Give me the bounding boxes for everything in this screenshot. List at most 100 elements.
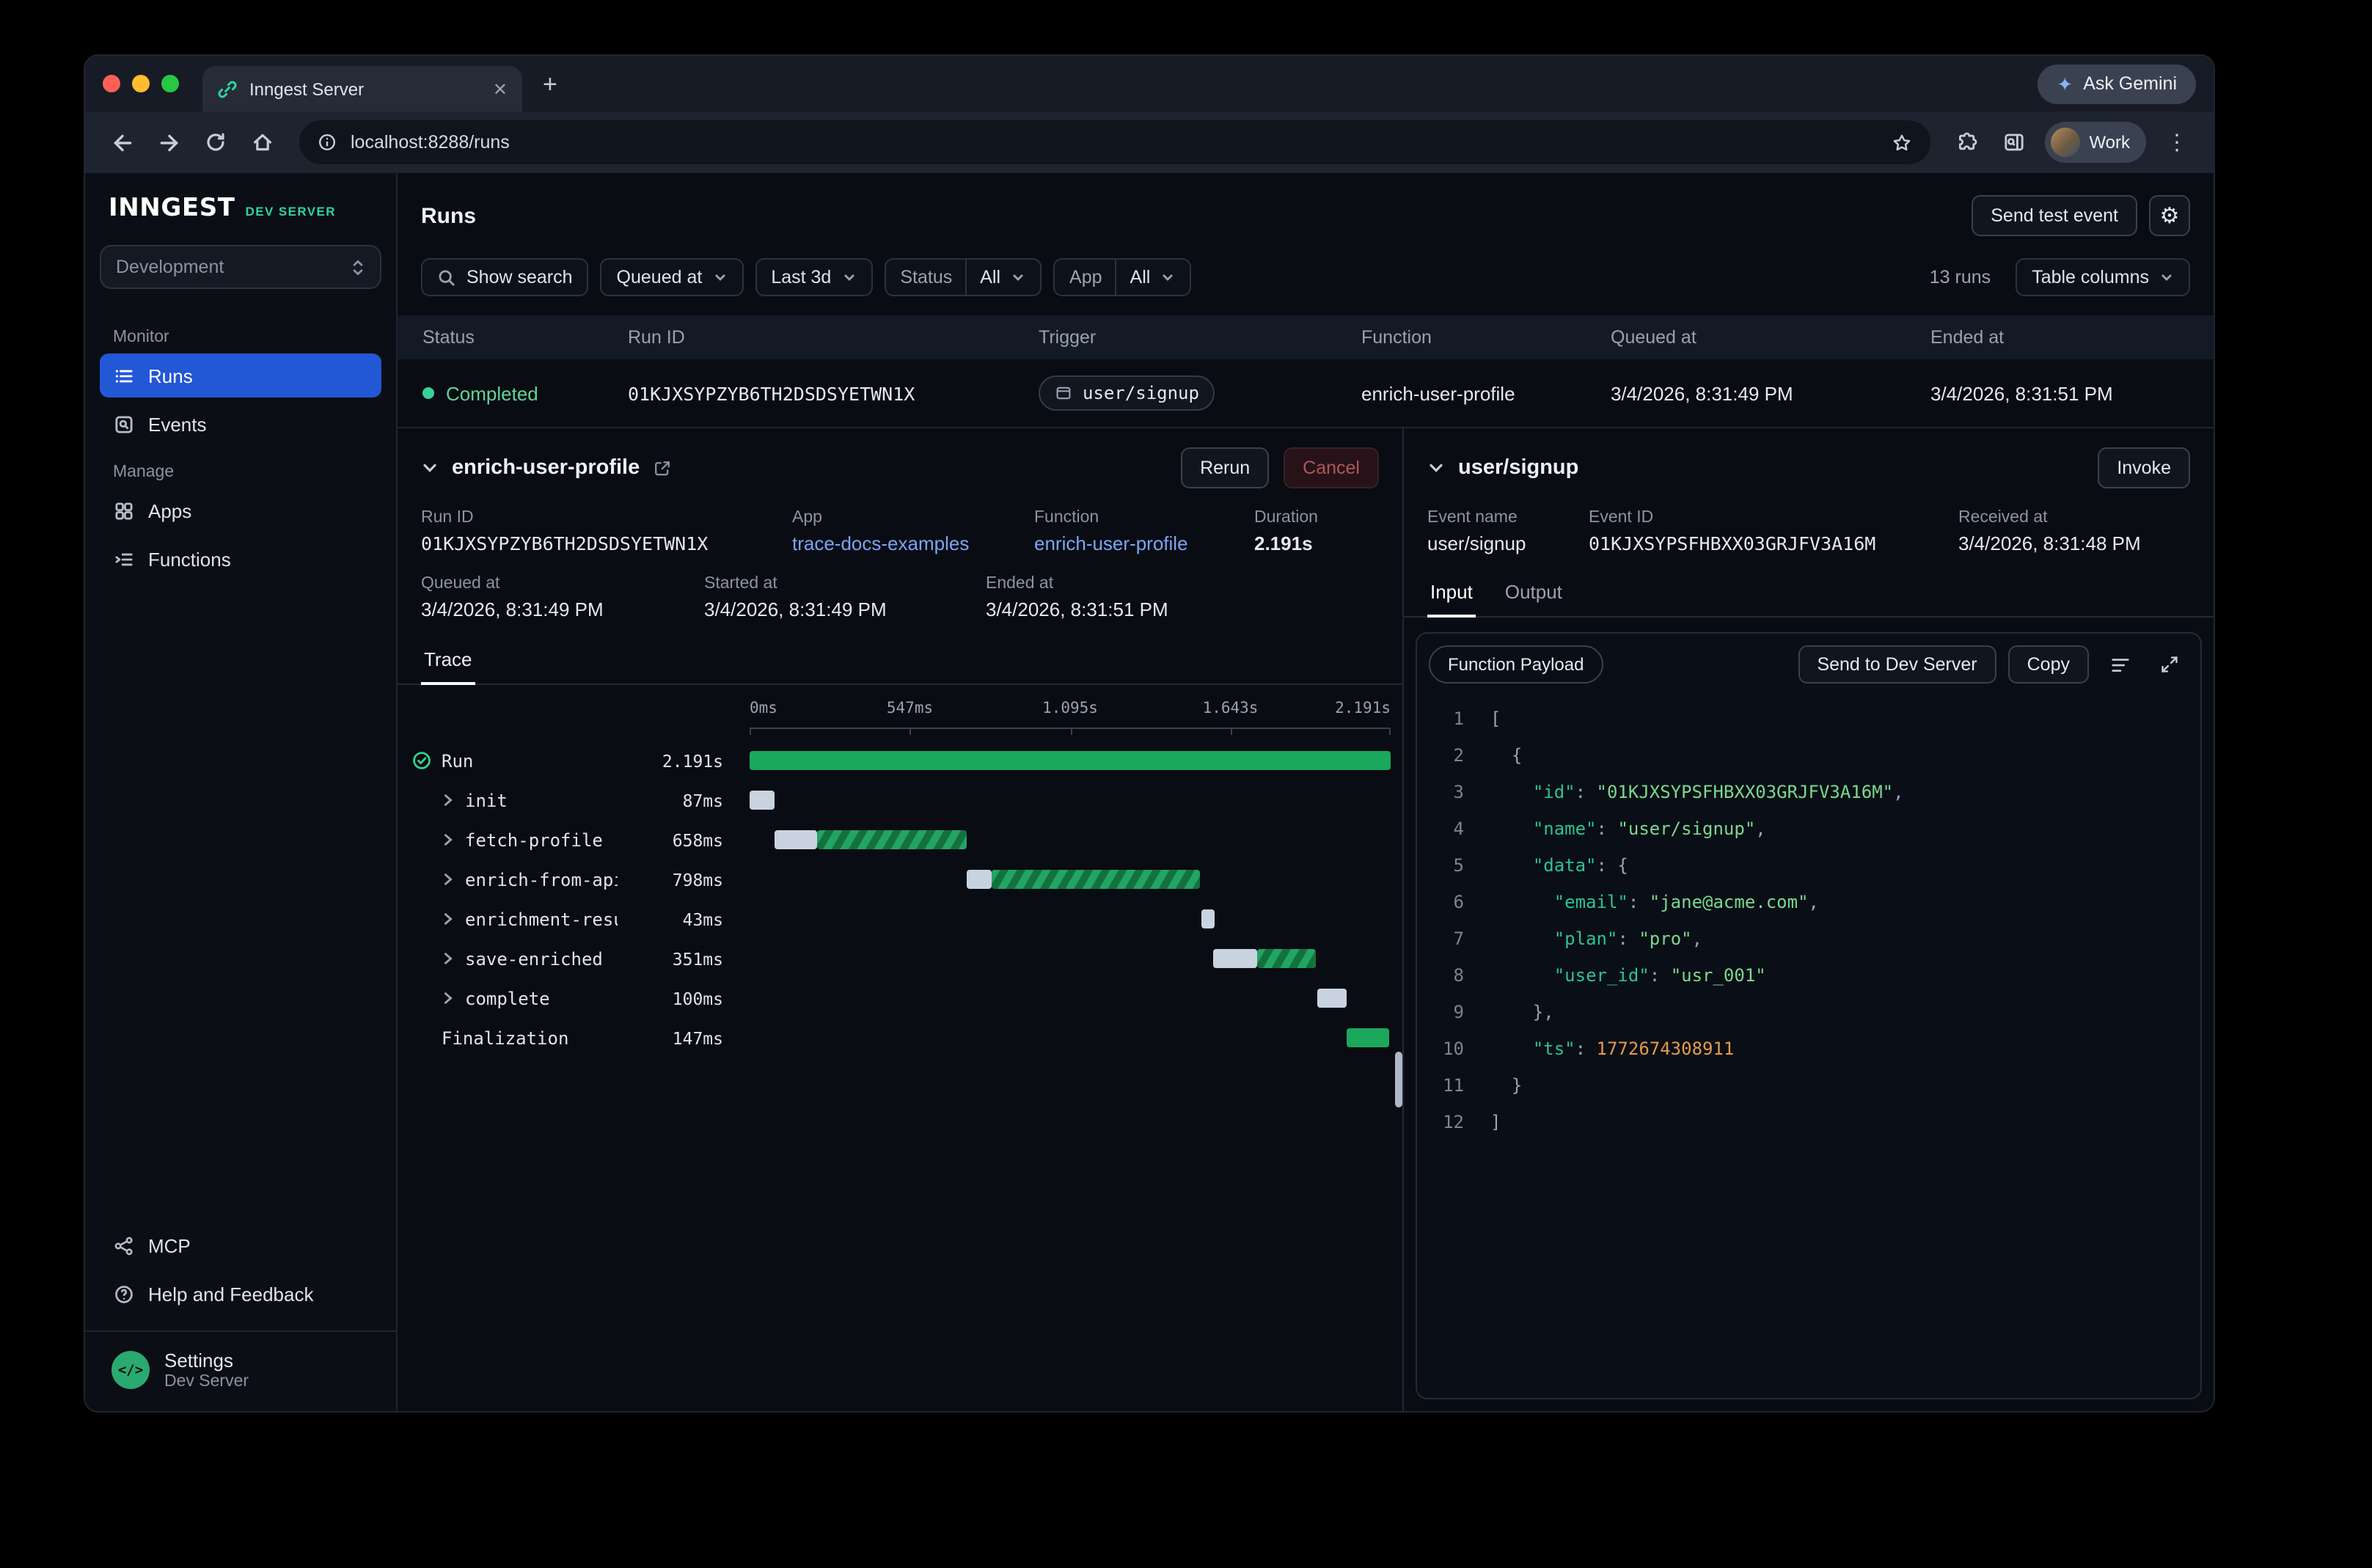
sidebar-item-help[interactable]: Help and Feedback (100, 1272, 381, 1316)
line-number: 8 (1417, 958, 1464, 994)
invoke-button[interactable]: Invoke (2098, 447, 2190, 488)
chevron-right-icon[interactable] (442, 952, 455, 965)
sidebar-item-events[interactable]: Events (100, 402, 381, 446)
line-number: 7 (1417, 921, 1464, 958)
event-id-value: 01KJXSYPSFHBXX03GRJFV3A16M (1589, 532, 1958, 554)
chevron-right-icon[interactable] (442, 992, 455, 1005)
table-columns-button[interactable]: Table columns (2016, 258, 2190, 296)
send-to-dev-server-button[interactable]: Send to Dev Server (1798, 645, 1996, 684)
url-bar[interactable]: localhost:8288/runs (299, 120, 1930, 164)
chevron-right-icon[interactable] (442, 794, 455, 807)
browser-profile-button[interactable]: Work (2045, 122, 2146, 163)
home-button[interactable] (241, 120, 285, 164)
settings-gear-button[interactable]: ⚙ (2149, 195, 2190, 236)
window-minimize-button[interactable] (132, 75, 150, 92)
trace-row-complete[interactable]: complete100ms (398, 978, 1402, 1018)
reload-button[interactable] (194, 120, 238, 164)
trace-step-name: Finalization (442, 1027, 568, 1048)
chevron-right-icon[interactable] (442, 912, 455, 926)
trigger-badge[interactable]: user/signup (1039, 375, 1215, 411)
check-circle-icon (412, 751, 431, 770)
column-header-run-id: Run ID (603, 327, 1014, 348)
line-number: 12 (1417, 1104, 1464, 1141)
sidebar-bottom: MCP Help and Feedback </> Settings Dev (100, 1223, 381, 1411)
trace-step-duration: 351ms (618, 948, 750, 969)
app-filter-value: All (1130, 267, 1151, 287)
received-at-value: 3/4/2026, 8:31:48 PM (1958, 532, 2190, 554)
collapse-chevron-icon[interactable] (421, 459, 439, 477)
side-panel-search-icon[interactable] (1992, 120, 2036, 164)
axis-label: 2.191s (1335, 700, 1391, 717)
event-name-value: user/signup (1427, 532, 1589, 554)
back-button[interactable] (100, 120, 144, 164)
browser-tab[interactable]: Inngest Server ✕ (202, 66, 522, 111)
sidebar-item-mcp[interactable]: MCP (100, 1223, 381, 1267)
chevron-right-icon[interactable] (442, 873, 455, 886)
show-search-button[interactable]: Show search (421, 258, 589, 296)
copy-button[interactable]: Copy (2008, 645, 2089, 684)
word-wrap-icon[interactable] (2101, 645, 2139, 684)
table-row[interactable]: Completed 01KJXSYPZYB6TH2DSDSYETWN1X use… (398, 359, 2214, 428)
external-link-icon[interactable] (653, 458, 672, 477)
sidebar-item-functions[interactable]: Functions (100, 537, 381, 581)
tab-trace[interactable]: Trace (421, 638, 475, 685)
function-link[interactable]: enrich-user-profile (1034, 532, 1254, 554)
environment-select[interactable]: Development (100, 245, 381, 289)
collapse-chevron-icon[interactable] (1427, 459, 1445, 477)
trace-row-enrichment-results[interactable]: enrichment-results43ms (398, 899, 1402, 939)
extensions-icon[interactable] (1945, 120, 1989, 164)
function-payload-chip[interactable]: Function Payload (1429, 645, 1603, 684)
scrollbar-thumb[interactable] (1395, 1052, 1402, 1107)
trace-row-save-enriched[interactable]: save-enriched351ms (398, 939, 1402, 978)
run-id-cell: 01KJXSYPZYB6TH2DSDSYETWN1X (603, 382, 1014, 404)
mcp-share-icon (113, 1234, 135, 1256)
trace-step-duration: 658ms (618, 829, 750, 850)
settings-button[interactable]: </> Settings Dev Server (100, 1332, 381, 1411)
table-columns-label: Table columns (2032, 267, 2149, 287)
status-filter[interactable]: Status All (884, 258, 1042, 296)
chevron-down-icon (841, 270, 856, 285)
code-line: 8 "user_id": "usr_001" (1417, 958, 2200, 994)
bookmark-star-icon[interactable] (1891, 131, 1913, 153)
trace-row-enrich-from-api[interactable]: enrich-from-api798ms (398, 860, 1402, 899)
queued-at-filter[interactable]: Queued at (601, 258, 744, 296)
app-link[interactable]: trace-docs-examples (792, 532, 1034, 554)
chip-divider (1116, 260, 1117, 295)
app-filter[interactable]: App All (1053, 258, 1191, 296)
settings-sublabel: Dev Server (164, 1373, 249, 1391)
trace-row-init[interactable]: init87ms (398, 780, 1402, 820)
code-line: 6 "email": "jane@acme.com", (1417, 884, 2200, 921)
rerun-button[interactable]: Rerun (1181, 447, 1269, 488)
ask-gemini-button[interactable]: ✦ Ask Gemini (2038, 64, 2196, 103)
sidebar-item-runs[interactable]: Runs (100, 353, 381, 398)
window-zoom-button[interactable] (161, 75, 179, 92)
send-test-event-button[interactable]: Send test event (1972, 195, 2137, 236)
trace-row-run[interactable]: Run2.191s (398, 741, 1402, 780)
tab-input[interactable]: Input (1427, 572, 1476, 618)
event-pane: user/signup Invoke Event name user/signu… (1402, 428, 2214, 1411)
forward-button[interactable] (147, 120, 191, 164)
chevron-right-icon[interactable] (442, 833, 455, 846)
show-search-label: Show search (466, 267, 573, 287)
tab-close-icon[interactable]: ✕ (493, 78, 508, 99)
axis-label: 547ms (887, 700, 933, 717)
meta-label: Received at (1958, 509, 2190, 527)
status-filter-label: Status (900, 267, 952, 287)
trace-row-fetch-profile[interactable]: fetch-profile658ms (398, 820, 1402, 860)
code-line: 10 "ts": 1772674308911 (1417, 1031, 2200, 1068)
run-title: enrich-user-profile (452, 456, 640, 480)
expand-icon[interactable] (2150, 645, 2189, 684)
site-info-icon[interactable] (317, 132, 337, 153)
time-range-filter[interactable]: Last 3d (755, 258, 872, 296)
code-line: 4 "name": "user/signup", (1417, 811, 2200, 848)
tab-output[interactable]: Output (1502, 572, 1565, 618)
url-text[interactable]: localhost:8288/runs (351, 132, 1878, 153)
trace-row-finalization[interactable]: Finalization147ms (398, 1018, 1402, 1058)
new-tab-button[interactable]: + (543, 71, 557, 96)
browser-menu-icon[interactable]: ⋮ (2155, 120, 2199, 164)
trace-step-name: init (465, 790, 508, 810)
cancel-button[interactable]: Cancel (1284, 447, 1379, 488)
line-number: 6 (1417, 884, 1464, 921)
sidebar-item-apps[interactable]: Apps (100, 488, 381, 532)
window-close-button[interactable] (103, 75, 120, 92)
